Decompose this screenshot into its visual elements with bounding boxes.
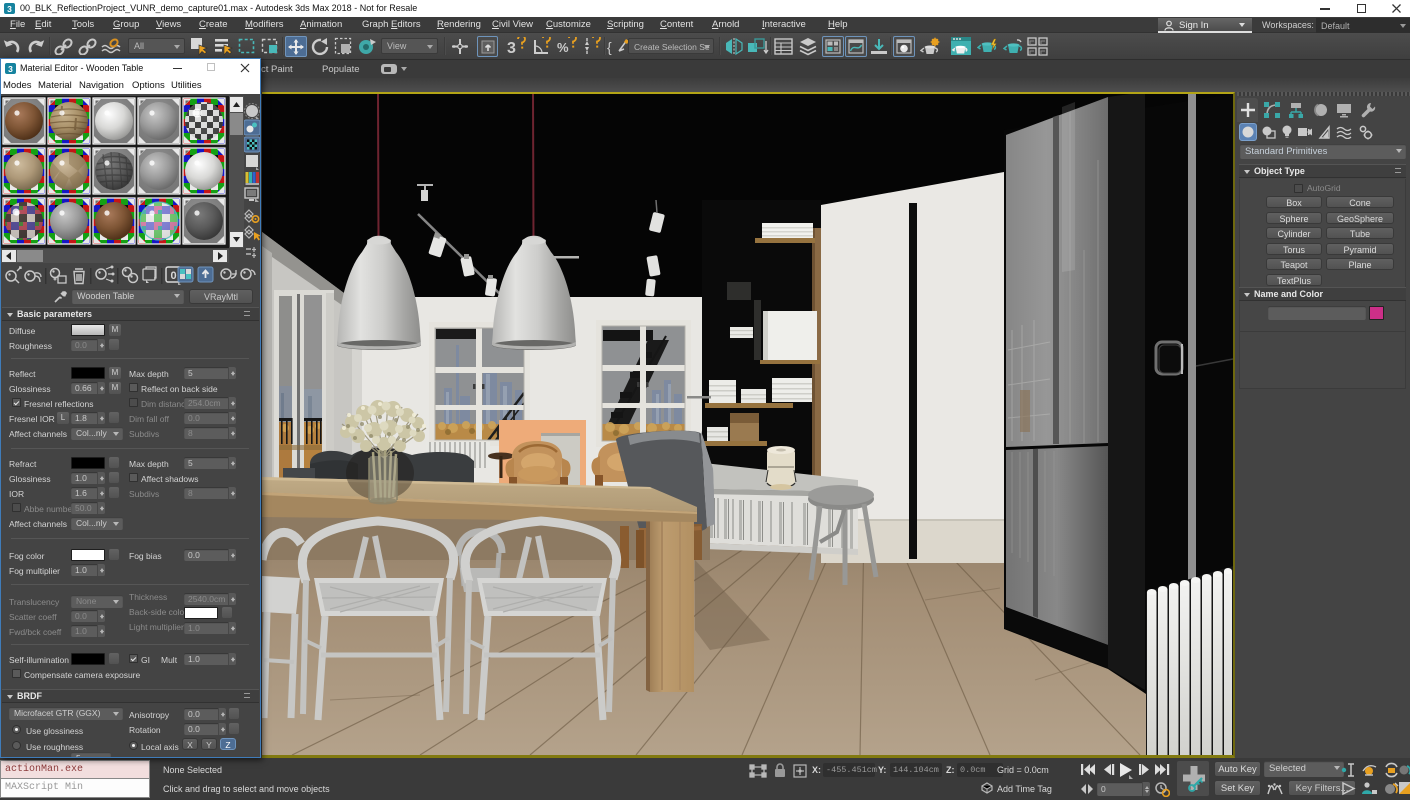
svg-text:3: 3 [507, 40, 516, 57]
svg-text:0: 0 [170, 270, 176, 282]
svg-text:3: 3 [7, 4, 12, 14]
svg-text:%: % [557, 40, 569, 55]
svg-text:3: 3 [8, 64, 13, 74]
svg-text:{: { [607, 39, 612, 55]
